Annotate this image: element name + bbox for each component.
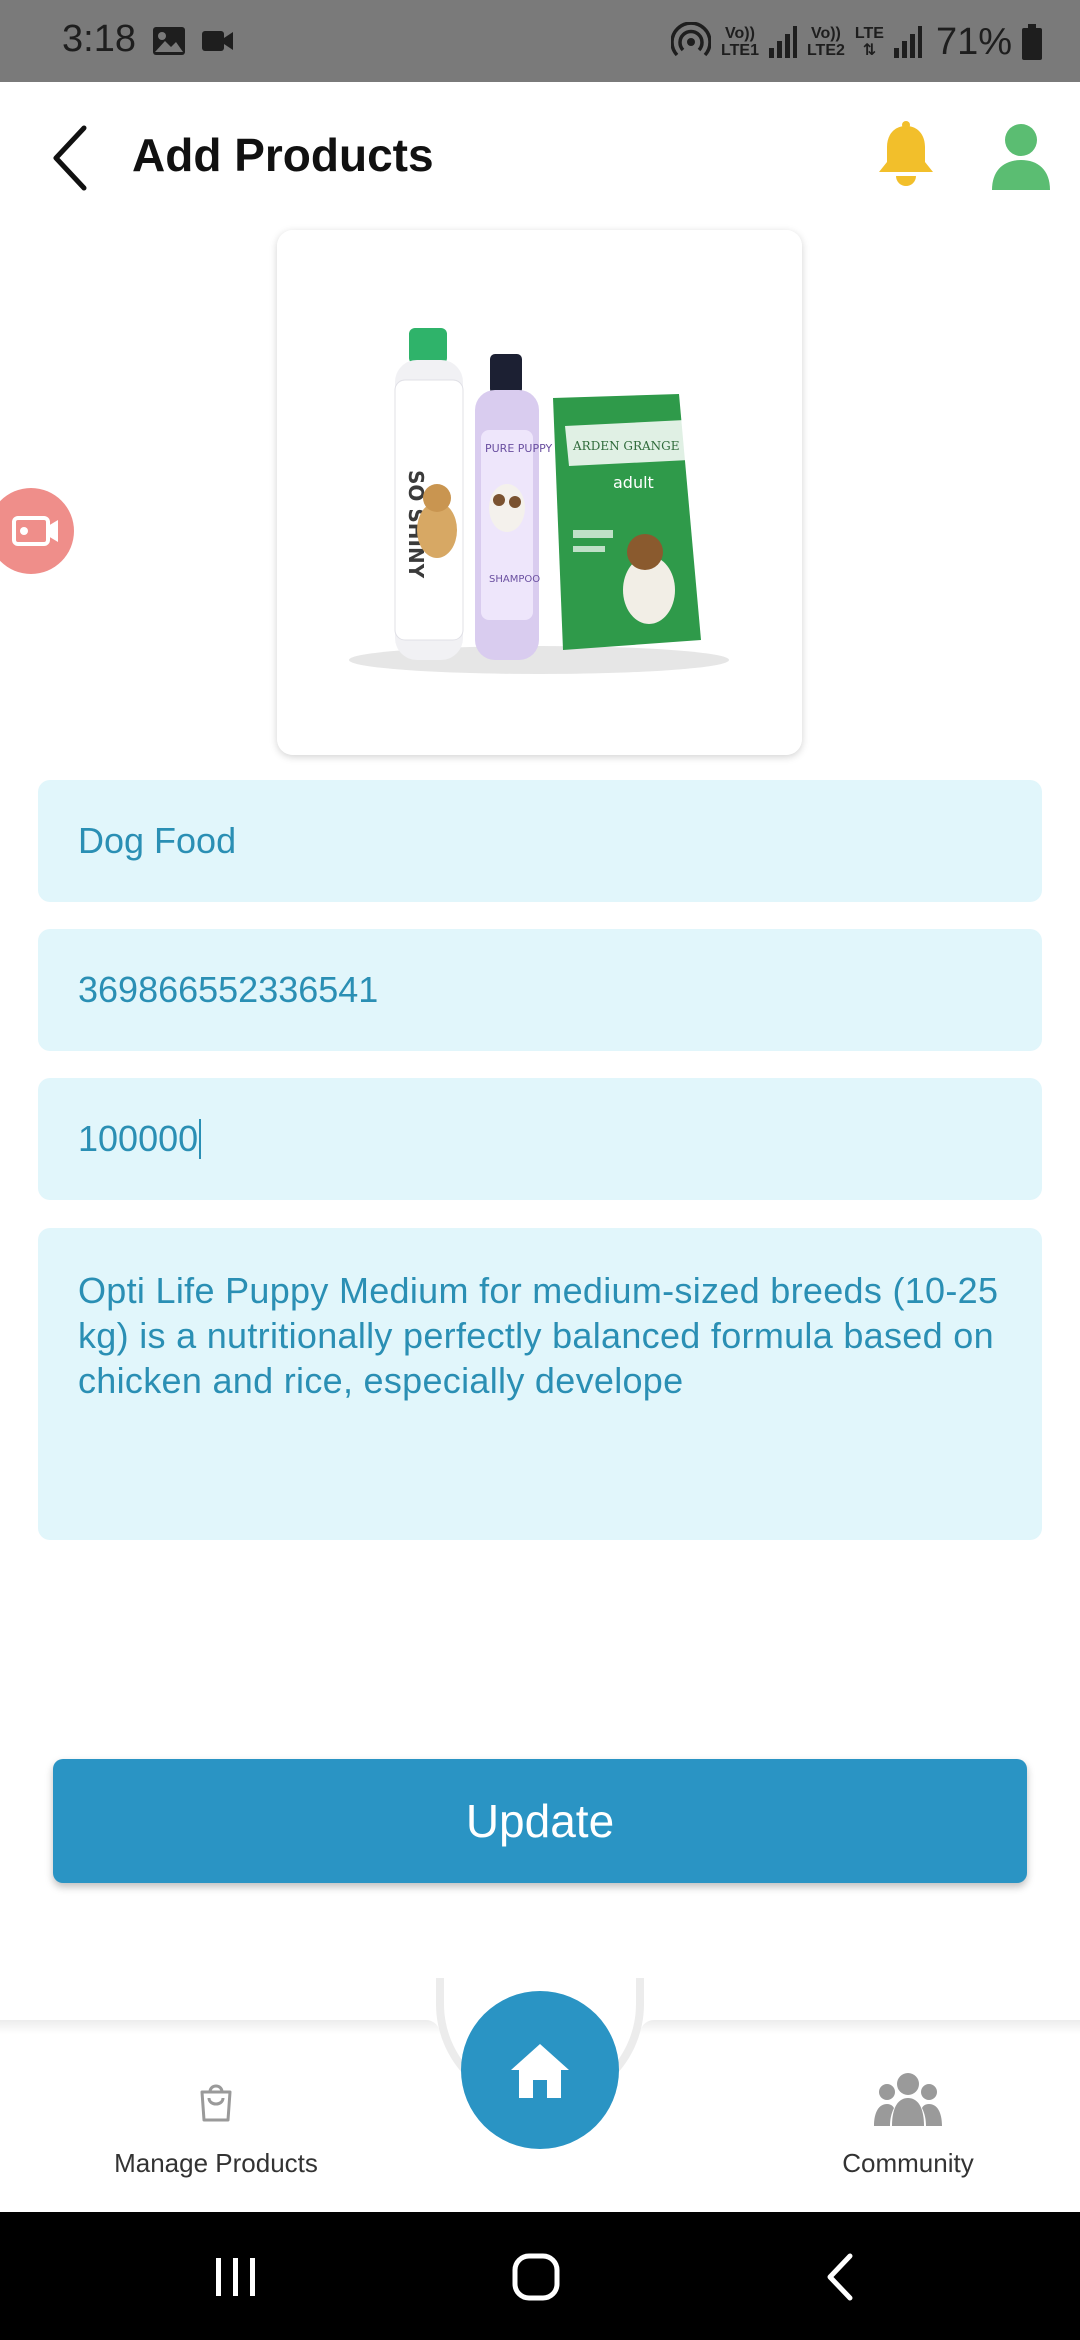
product-description-value: Opti Life Puppy Medium for medium-sized …: [78, 1270, 999, 1401]
product-image-picker[interactable]: SO SHINY PURE PUPPY SHAMPOO ARDEN GRANGE…: [277, 230, 802, 755]
profile-button[interactable]: [990, 122, 1052, 192]
nav-divider-right: [640, 2020, 1080, 2034]
screen: 3:18 Vo)) LTE1 Vo)) LTE2 LTE ⇅ 71% Add P…: [0, 0, 1080, 2340]
gallery-icon: [153, 27, 185, 55]
hotspot-icon: [671, 22, 712, 57]
product-price-field[interactable]: 100000: [38, 1078, 1042, 1200]
product-name-value: Dog Food: [78, 820, 237, 861]
video-icon: [202, 31, 233, 51]
status-bar: 3:18 Vo)) LTE1 Vo)) LTE2 LTE ⇅ 71%: [0, 0, 1080, 82]
app-header: Add Products: [0, 82, 1080, 232]
svg-text:ARDEN GRANGE: ARDEN GRANGE: [572, 439, 680, 453]
bell-icon: [879, 121, 933, 186]
system-navigation-bar: [0, 2212, 1080, 2340]
svg-text:adult: adult: [613, 473, 654, 492]
product-name-field[interactable]: Dog Food: [38, 780, 1042, 902]
signal-icon: [768, 26, 797, 58]
status-indicators: Vo)) LTE1 Vo)) LTE2 LTE ⇅ 71%: [671, 14, 1042, 70]
sim2-bottom: LTE2: [806, 42, 845, 59]
back-icon: [827, 2253, 853, 2301]
svg-text:SHAMPOO: SHAMPOO: [489, 574, 540, 585]
home-button[interactable]: [461, 1991, 619, 2149]
signal-icon: [893, 26, 922, 58]
recents-button[interactable]: [196, 2242, 276, 2312]
svg-text:PURE PUPPY: PURE PUPPY: [485, 442, 552, 455]
home-circle-icon: [512, 2253, 560, 2301]
product-price-value: 100000: [78, 1118, 199, 1159]
page-title: Add Products: [132, 129, 434, 181]
sim1-top: Vo)): [725, 25, 755, 42]
sim1-label: Vo)) LTE1: [721, 25, 759, 59]
update-button-label: Update: [465, 1795, 615, 1847]
battery-icon: [1022, 24, 1042, 60]
system-home-button[interactable]: [496, 2242, 576, 2312]
home-icon: [511, 2044, 569, 2098]
notifications-button[interactable]: [870, 120, 942, 192]
network-type-label: LTE: [854, 25, 884, 42]
product-code-field[interactable]: 369866552336541: [38, 929, 1042, 1051]
recents-icon: [216, 2258, 255, 2296]
battery-percent: 71%: [935, 20, 1012, 63]
product-description-field[interactable]: Opti Life Puppy Medium for medium-sized …: [38, 1228, 1042, 1540]
status-time: 3:18: [62, 18, 136, 60]
network-type: LTE ⇅: [855, 25, 884, 59]
back-button[interactable]: [40, 118, 100, 198]
update-button[interactable]: Update: [53, 1759, 1027, 1883]
nav-manage-products[interactable]: Manage Products: [86, 2066, 346, 2196]
camera-icon: [12, 516, 58, 546]
screen-record-button[interactable]: [0, 488, 74, 574]
nav-community[interactable]: Community: [778, 2066, 1038, 2196]
sim2-top: Vo)): [810, 25, 841, 42]
data-arrows-icon: ⇅: [862, 42, 877, 59]
user-icon: [992, 124, 1050, 190]
text-cursor: [199, 1119, 202, 1159]
sim2-label: Vo)) LTE2: [807, 25, 845, 59]
people-icon: [874, 2073, 942, 2126]
back-arrow-icon: [53, 125, 87, 191]
shopping-bag-icon: [200, 2084, 232, 2122]
product-code-value: 369866552336541: [78, 969, 379, 1010]
nav-community-label: Community: [842, 2148, 974, 2178]
product-photo: SO SHINY PURE PUPPY SHAMPOO ARDEN GRANGE…: [277, 230, 802, 755]
nav-manage-products-label: Manage Products: [114, 2148, 318, 2178]
system-back-button[interactable]: [800, 2242, 880, 2312]
nav-divider-left: [0, 2020, 440, 2034]
sim1-bottom: LTE1: [721, 42, 759, 59]
